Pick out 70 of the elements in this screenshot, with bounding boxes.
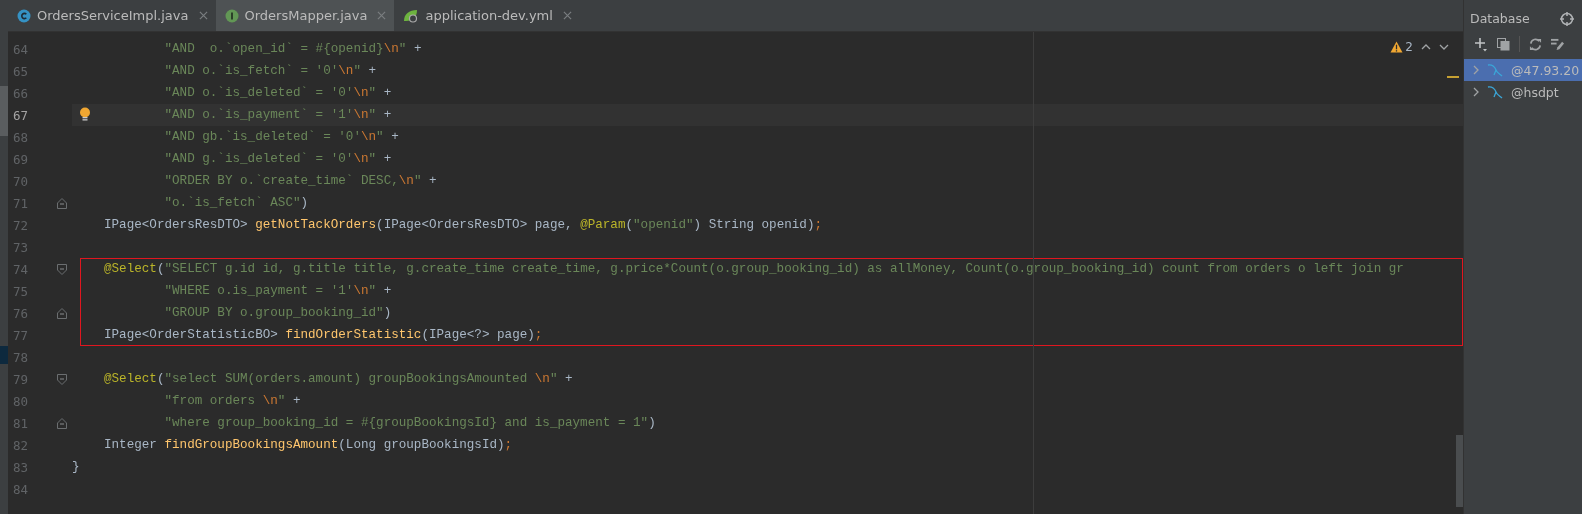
editor-tab[interactable]: OrdersMapper.java <box>215 0 395 31</box>
line-number: 64 <box>12 41 30 57</box>
leaf-gear-icon <box>403 8 420 23</box>
line-number: 73 <box>12 239 30 255</box>
fold-end-icon[interactable] <box>57 197 67 209</box>
class-file-icon <box>17 8 31 23</box>
code-line: Integer findGroupBookingsAmount(Long groupBookingsId); <box>104 438 513 452</box>
selection-highlight <box>0 346 8 364</box>
fold-start-icon[interactable] <box>57 263 67 275</box>
line-number: 83 <box>12 459 30 475</box>
close-icon[interactable] <box>562 11 572 20</box>
crosshair-icon[interactable] <box>1560 11 1574 26</box>
tree-item[interactable]: @hsdpt <box>1464 81 1582 103</box>
code-line: "AND g.`is_deleted` = '0'\n" + <box>163 152 392 166</box>
line-number: 71 <box>12 195 30 211</box>
line-number: 76 <box>12 305 30 321</box>
code-line: "AND o.`is_payment` = '1'\n" + <box>163 108 392 122</box>
line-number: 81 <box>12 415 30 431</box>
line-number: 74 <box>12 261 30 277</box>
warning-icon[interactable] <box>1390 41 1404 53</box>
copy-icon[interactable] <box>1497 37 1510 51</box>
code-line: "AND o.`is_fetch` = '0'\n" + <box>163 64 377 78</box>
line-number: 67 <box>12 107 30 123</box>
code-line: "from orders \n" + <box>163 394 301 408</box>
line-number: 66 <box>12 85 30 101</box>
interface-file-icon <box>224 8 239 23</box>
code-line: "GROUP BY o.group_booking_id") <box>163 306 392 320</box>
refresh-icon[interactable] <box>1529 37 1542 51</box>
line-number: 80 <box>12 393 30 409</box>
panel-title: Database <box>1470 11 1530 26</box>
code-line: IPage<OrderStatisticBO> findOrderStatistic(IPage<?> page); <box>104 328 543 342</box>
line-number: 77 <box>12 327 30 343</box>
editor-tab[interactable]: application-dev.yml <box>394 0 580 31</box>
fold-start-icon[interactable] <box>57 373 67 385</box>
fold-end-icon[interactable] <box>57 417 67 429</box>
code-line: "AND o.`open_id` = #{openid}\n" + <box>163 42 422 56</box>
line-number: 68 <box>12 129 30 145</box>
code-line: "where group_booking_id = #{groupBookingsId} and is_payment = 1") <box>163 416 656 430</box>
code-line: "o.`is_fetch` ASC") <box>163 196 309 210</box>
line-number: 75 <box>12 283 30 299</box>
chevron-down-icon[interactable] <box>1439 44 1449 50</box>
line-number: 78 <box>12 349 30 365</box>
code-line: @Select("SELECT g.id id, g.title title, g.create_time create_time, g.price*Count(o.group_booking_id) as allMoney, Count(o.group_booking_id) count from orders o left join gr <box>104 262 1404 276</box>
line-number: 72 <box>12 217 30 233</box>
line-number: 84 <box>12 481 30 497</box>
scrollbar-thumb[interactable] <box>1456 435 1463 507</box>
chevron-right-icon[interactable] <box>1473 87 1479 97</box>
code-line: "AND o.`is_deleted` = '0'\n" + <box>163 86 392 100</box>
fold-end-icon[interactable] <box>57 307 67 319</box>
close-icon[interactable] <box>377 11 387 20</box>
edit-icon[interactable] <box>1551 37 1564 51</box>
line-number: 69 <box>12 151 30 167</box>
editor-tab[interactable]: OrdersServiceImpl.java <box>8 0 216 31</box>
code-line: "WHERE o.is_payment = '1'\n" + <box>163 284 392 298</box>
close-icon[interactable] <box>198 11 208 20</box>
lightbulb-icon[interactable] <box>79 107 91 122</box>
code-line: @Select("select SUM(orders.amount) groupBookingsAmounted \n" + <box>104 372 573 386</box>
line-number: 65 <box>12 63 30 79</box>
line-number: 79 <box>12 371 30 387</box>
code-line: "AND gb.`is_deleted` = '0'\n" + <box>163 130 399 144</box>
line-number: 82 <box>12 437 30 453</box>
code-line: IPage<OrdersResDTO> getNotTackOrders(IPage<OrdersResDTO> page, @Param("openid") String openid); <box>104 218 822 232</box>
code-line: } <box>72 460 80 474</box>
line-number: 70 <box>12 173 30 189</box>
scrollbar-thumb[interactable] <box>0 86 8 136</box>
code-line: "ORDER BY o.`create_time` DESC,\n" + <box>163 174 437 188</box>
warning-count[interactable]: 2 <box>1405 40 1413 54</box>
chevron-right-icon[interactable] <box>1473 65 1479 75</box>
add-icon[interactable] <box>1474 36 1488 52</box>
chevron-up-icon[interactable] <box>1421 44 1431 50</box>
